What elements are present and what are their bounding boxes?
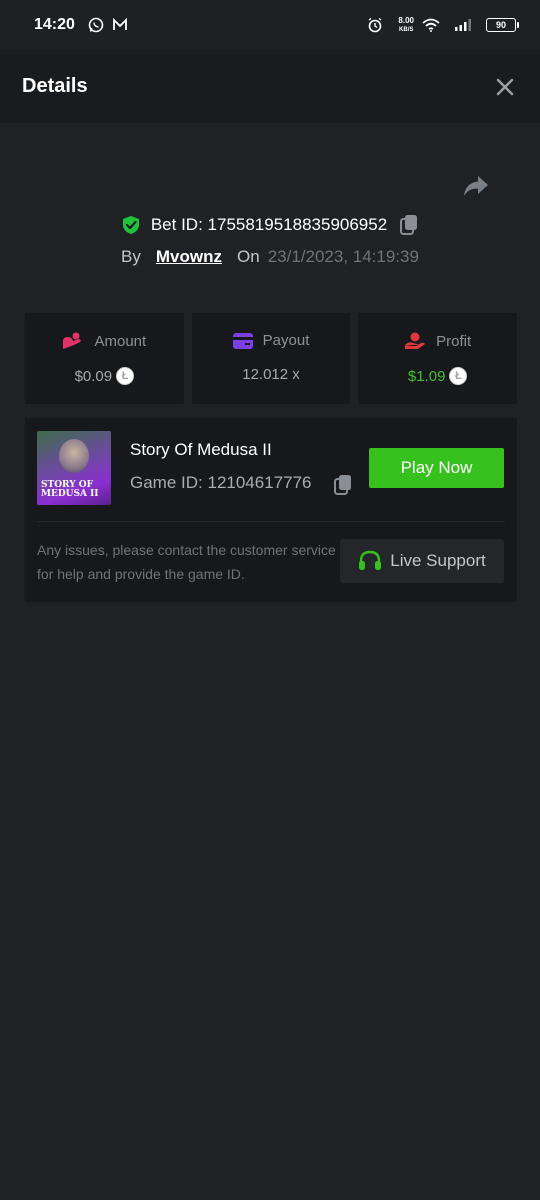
mail-icon bbox=[111, 16, 129, 34]
speed-unit: KB/S bbox=[399, 26, 414, 33]
alarm-icon bbox=[366, 16, 384, 34]
amount-value: $0.09 bbox=[74, 367, 113, 385]
litecoin-icon: Ł bbox=[116, 367, 135, 385]
copy-game-id-icon[interactable] bbox=[333, 474, 355, 496]
network-speed: 8.00 KB/S bbox=[398, 15, 414, 34]
coins-icon bbox=[62, 332, 84, 350]
share-icon[interactable] bbox=[462, 174, 492, 200]
username-link[interactable]: Mvownz bbox=[156, 247, 222, 267]
bet-id-value: 1755819518835906952 bbox=[207, 215, 388, 234]
live-support-label: Live Support bbox=[390, 551, 486, 570]
thumbnail-title: STORY OF MEDUSA II bbox=[41, 481, 99, 499]
game-thumbnail[interactable]: STORY OF MEDUSA II bbox=[37, 431, 111, 505]
page-title: Details bbox=[22, 75, 88, 97]
bet-date: 23/1/2023, 14:19:39 bbox=[267, 247, 419, 266]
game-name: Story Of Medusa II bbox=[130, 440, 272, 459]
game-id-value: 12104617776 bbox=[207, 473, 312, 492]
by-label: By bbox=[121, 247, 141, 266]
game-id-label: Game ID: bbox=[130, 473, 203, 492]
on-label: On bbox=[237, 247, 260, 266]
profit-label: Profit bbox=[436, 332, 472, 350]
card-icon bbox=[232, 332, 253, 349]
medusa-artwork bbox=[59, 439, 89, 473]
details-header: Details bbox=[0, 50, 540, 123]
whatsapp-icon bbox=[87, 16, 105, 34]
bet-id-row: Bet ID: 1755819518835906952 bbox=[0, 210, 540, 240]
amount-label: Amount bbox=[94, 332, 147, 350]
play-now-button[interactable]: Play Now bbox=[369, 448, 504, 488]
payout-card: Payout 12.012 x bbox=[191, 313, 351, 404]
shield-check-icon bbox=[121, 215, 141, 235]
hand-coin-icon bbox=[404, 332, 426, 350]
live-support-button[interactable]: Live Support bbox=[340, 539, 504, 583]
status-bar: 14:20 8.00 KB/S 90 bbox=[0, 0, 540, 50]
wifi-icon bbox=[422, 16, 440, 34]
status-time: 14:20 bbox=[34, 16, 75, 33]
bet-stats: Amount $0.09 Ł Payout 12.012 x Profit $1… bbox=[25, 313, 518, 404]
copy-bet-id-icon[interactable] bbox=[399, 214, 419, 236]
thumbnail-title-line2: MEDUSA II bbox=[41, 489, 99, 499]
litecoin-icon: Ł bbox=[449, 367, 468, 385]
close-icon[interactable] bbox=[494, 76, 516, 98]
profit-card: Profit $1.09 Ł bbox=[358, 313, 518, 404]
bet-meta-row: By Mvownz On 23/1/2023, 14:19:39 bbox=[0, 243, 540, 271]
bet-id-label: Bet ID: bbox=[150, 215, 203, 234]
bet-id-text: Bet ID: 1755819518835906952 bbox=[151, 215, 387, 235]
payout-value: 12.012 x bbox=[242, 366, 300, 383]
payout-label: Payout bbox=[262, 332, 310, 349]
battery-indicator: 90 bbox=[486, 18, 519, 32]
profit-value: $1.09 bbox=[407, 367, 446, 385]
game-id: Game ID: 12104617776 bbox=[130, 473, 312, 493]
speed-value: 8.00 bbox=[398, 15, 414, 25]
headset-icon bbox=[358, 550, 382, 572]
help-text: Any issues, please contact the customer … bbox=[37, 542, 336, 582]
signal-icon bbox=[454, 16, 472, 34]
divider bbox=[37, 521, 505, 522]
amount-card: Amount $0.09 Ł bbox=[25, 313, 184, 404]
game-card: STORY OF MEDUSA II Story Of Medusa II Ga… bbox=[25, 418, 517, 602]
